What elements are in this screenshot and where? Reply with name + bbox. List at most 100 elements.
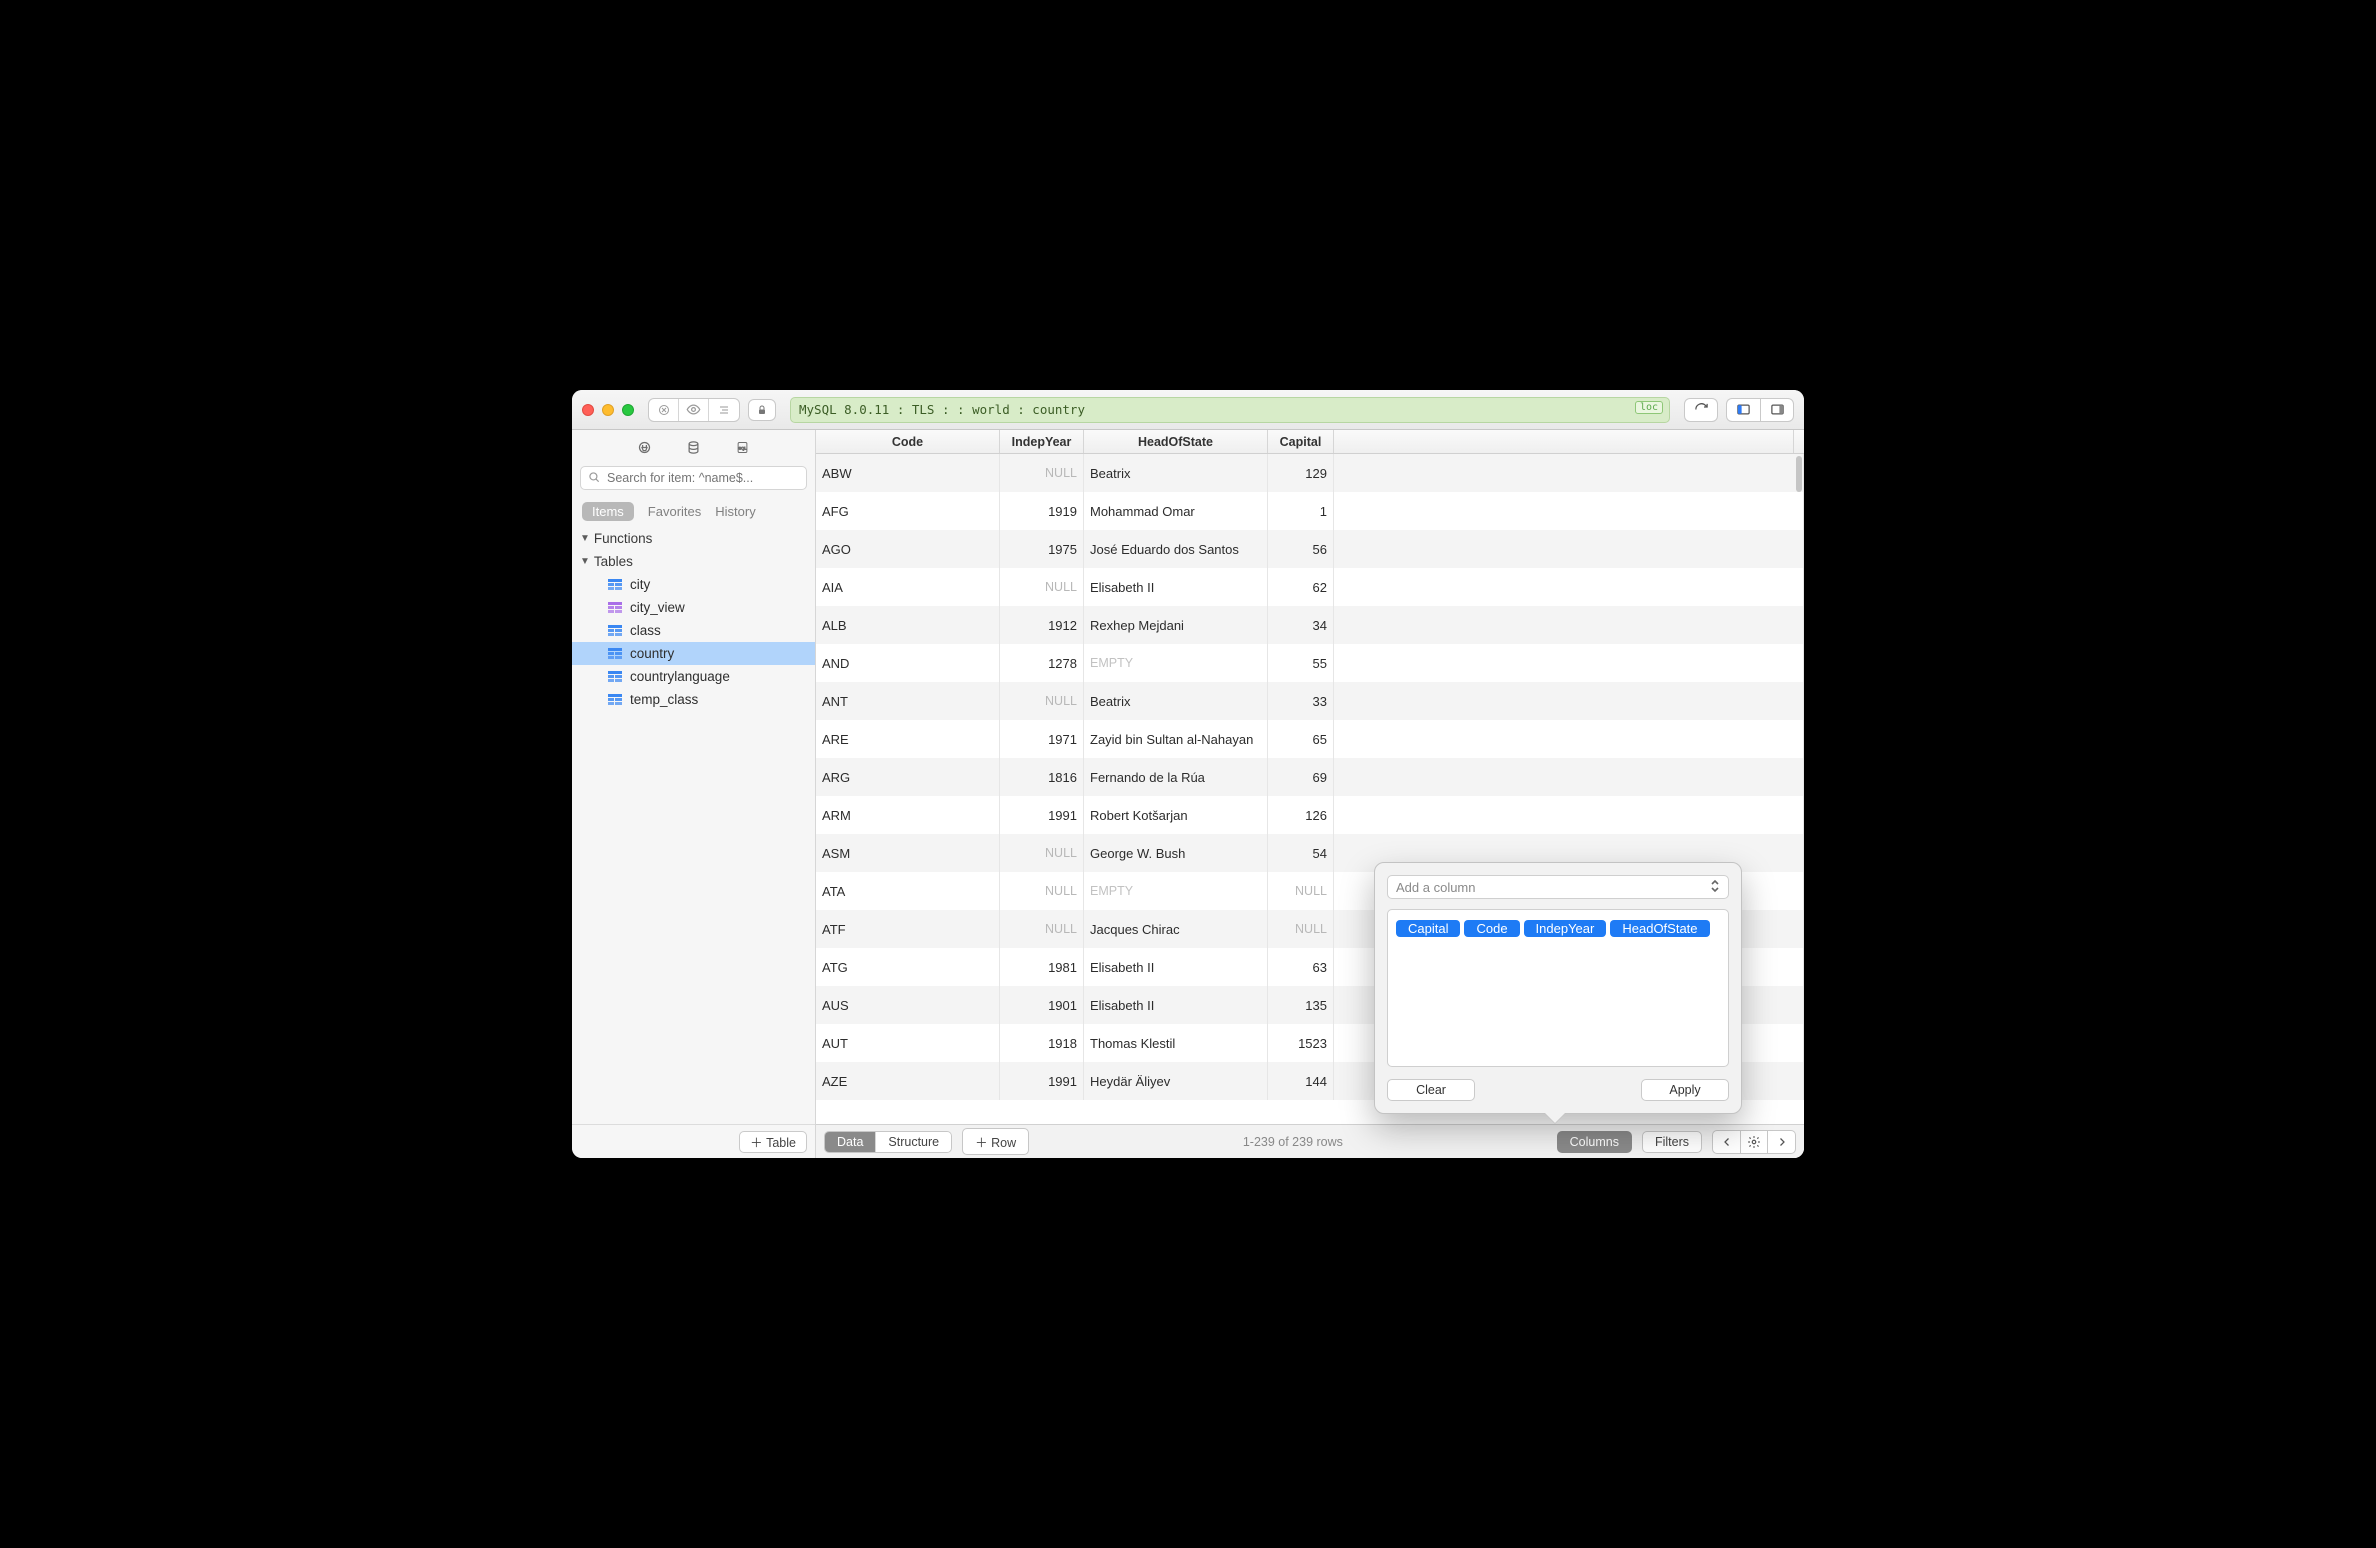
connection-tab-icon[interactable]: [637, 440, 652, 455]
cell[interactable]: NULL: [1000, 682, 1084, 720]
reload-button[interactable]: [1684, 398, 1718, 422]
column-tag-indepyear[interactable]: IndepYear: [1524, 920, 1607, 937]
column-header-code[interactable]: Code: [816, 430, 1000, 453]
cell[interactable]: Elisabeth II: [1084, 568, 1268, 606]
cell[interactable]: 1278: [1000, 644, 1084, 682]
cell[interactable]: NULL: [1268, 910, 1334, 948]
table-row[interactable]: AND1278EMPTY55: [816, 644, 1804, 682]
cell[interactable]: Mohammad Omar: [1084, 492, 1268, 530]
page-settings-button[interactable]: [1740, 1130, 1768, 1154]
cell[interactable]: 54: [1268, 834, 1334, 872]
cell[interactable]: EMPTY: [1084, 644, 1268, 682]
table-row[interactable]: AFG1919Mohammad Omar1: [816, 492, 1804, 530]
cell[interactable]: Rexhep Mejdani: [1084, 606, 1268, 644]
cell[interactable]: 1975: [1000, 530, 1084, 568]
columns-button[interactable]: Columns: [1557, 1131, 1632, 1153]
cell[interactable]: AZE: [816, 1062, 1000, 1100]
cell[interactable]: ANT: [816, 682, 1000, 720]
toggle-left-panel-button[interactable]: [1726, 398, 1760, 422]
cell[interactable]: NULL: [1268, 872, 1334, 910]
cell[interactable]: Beatrix: [1084, 454, 1268, 492]
cell[interactable]: Beatrix: [1084, 682, 1268, 720]
table-row[interactable]: ARE1971Zayid bin Sultan al-Nahayan65: [816, 720, 1804, 758]
sidebar-search-input[interactable]: [580, 466, 807, 490]
cell[interactable]: AFG: [816, 492, 1000, 530]
column-tag-headofstate[interactable]: HeadOfState: [1610, 920, 1709, 937]
clear-button[interactable]: Clear: [1387, 1079, 1475, 1101]
cell[interactable]: 65: [1268, 720, 1334, 758]
cell[interactable]: 144: [1268, 1062, 1334, 1100]
cell[interactable]: 1901: [1000, 986, 1084, 1024]
cell[interactable]: 1816: [1000, 758, 1084, 796]
table-row[interactable]: ARM1991Robert Kotšarjan126: [816, 796, 1804, 834]
cell[interactable]: EMPTY: [1084, 872, 1268, 910]
stop-button[interactable]: [649, 399, 679, 421]
table-row[interactable]: AGO1975José Eduardo dos Santos56: [816, 530, 1804, 568]
cell[interactable]: NULL: [1000, 872, 1084, 910]
add-row-button[interactable]: ＋ Row: [962, 1128, 1029, 1155]
cell[interactable]: Thomas Klestil: [1084, 1024, 1268, 1062]
cell[interactable]: 135: [1268, 986, 1334, 1024]
sidebar-item-city[interactable]: city: [572, 573, 815, 596]
cell[interactable]: 1981: [1000, 948, 1084, 986]
cell[interactable]: Robert Kotšarjan: [1084, 796, 1268, 834]
add-table-button[interactable]: ＋ Table: [739, 1131, 807, 1153]
cell[interactable]: ATF: [816, 910, 1000, 948]
cell[interactable]: Jacques Chirac: [1084, 910, 1268, 948]
filters-button[interactable]: Filters: [1642, 1131, 1702, 1153]
cell[interactable]: 1912: [1000, 606, 1084, 644]
table-row[interactable]: ABWNULLBeatrix129: [816, 454, 1804, 492]
sql-tab-icon[interactable]: SQL: [735, 440, 750, 455]
cell[interactable]: 1991: [1000, 796, 1084, 834]
cell[interactable]: AGO: [816, 530, 1000, 568]
cell[interactable]: NULL: [1000, 568, 1084, 606]
column-header-headofstate[interactable]: HeadOfState: [1084, 430, 1268, 453]
next-page-button[interactable]: [1768, 1130, 1796, 1154]
cell[interactable]: 1918: [1000, 1024, 1084, 1062]
cell[interactable]: ATA: [816, 872, 1000, 910]
cell[interactable]: 126: [1268, 796, 1334, 834]
sidebar-tab-history[interactable]: History: [715, 504, 755, 519]
column-header-capital[interactable]: Capital: [1268, 430, 1334, 453]
cell[interactable]: Elisabeth II: [1084, 986, 1268, 1024]
cell[interactable]: 55: [1268, 644, 1334, 682]
connection-path-bar[interactable]: MySQL 8.0.11 : TLS : : world : country l…: [790, 397, 1670, 423]
cell[interactable]: AND: [816, 644, 1000, 682]
cell[interactable]: ATG: [816, 948, 1000, 986]
cell[interactable]: José Eduardo dos Santos: [1084, 530, 1268, 568]
cell[interactable]: 1523: [1268, 1024, 1334, 1062]
cell[interactable]: 62: [1268, 568, 1334, 606]
cell[interactable]: 63: [1268, 948, 1334, 986]
cell[interactable]: ARG: [816, 758, 1000, 796]
tab-structure[interactable]: Structure: [876, 1132, 951, 1152]
close-window-button[interactable]: [582, 404, 594, 416]
column-tag-capital[interactable]: Capital: [1396, 920, 1460, 937]
sidebar-item-countrylanguage[interactable]: countrylanguage: [572, 665, 815, 688]
cell[interactable]: 69: [1268, 758, 1334, 796]
quicklook-button[interactable]: [679, 399, 709, 421]
tab-data[interactable]: Data: [825, 1132, 876, 1152]
cell[interactable]: ABW: [816, 454, 1000, 492]
cell[interactable]: 1991: [1000, 1062, 1084, 1100]
toggle-right-panel-button[interactable]: [1760, 398, 1794, 422]
cell[interactable]: 1919: [1000, 492, 1084, 530]
cell[interactable]: Fernando de la Rúa: [1084, 758, 1268, 796]
sidebar-item-temp_class[interactable]: temp_class: [572, 688, 815, 711]
sidebar-item-class[interactable]: class: [572, 619, 815, 642]
table-row[interactable]: ARG1816Fernando de la Rúa69: [816, 758, 1804, 796]
vertical-scrollbar[interactable]: [1796, 456, 1802, 492]
sidebar-group-tables[interactable]: ▼ Tables: [572, 550, 815, 573]
sidebar-group-functions[interactable]: ▼ Functions: [572, 527, 815, 550]
apply-button[interactable]: Apply: [1641, 1079, 1729, 1101]
column-header-indepyear[interactable]: IndepYear: [1000, 430, 1084, 453]
cell[interactable]: NULL: [1000, 834, 1084, 872]
table-row[interactable]: ANTNULLBeatrix33: [816, 682, 1804, 720]
cell[interactable]: 1: [1268, 492, 1334, 530]
cell[interactable]: 34: [1268, 606, 1334, 644]
add-column-select[interactable]: Add a column: [1387, 875, 1729, 899]
sidebar-item-city_view[interactable]: city_view: [572, 596, 815, 619]
cell[interactable]: Elisabeth II: [1084, 948, 1268, 986]
cell[interactable]: NULL: [1000, 454, 1084, 492]
cell[interactable]: Zayid bin Sultan al-Nahayan: [1084, 720, 1268, 758]
cell[interactable]: AUS: [816, 986, 1000, 1024]
